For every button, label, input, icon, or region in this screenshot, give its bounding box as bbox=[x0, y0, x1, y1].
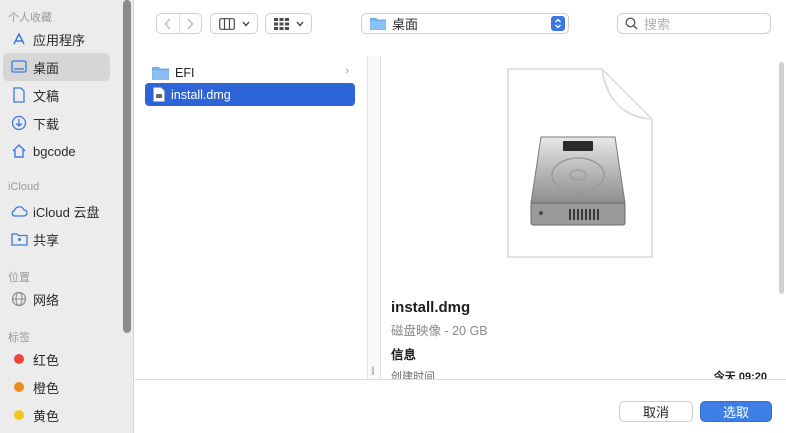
resize-grip-icon: || bbox=[371, 365, 375, 375]
icloud-icon bbox=[8, 200, 30, 222]
preview-scrollbar[interactable] bbox=[779, 62, 784, 294]
location-label: 桌面 bbox=[392, 17, 419, 32]
folder-icon bbox=[370, 18, 386, 30]
toolbar: 桌面 搜索 bbox=[135, 0, 786, 48]
documents-icon bbox=[8, 84, 30, 106]
sidebar-item-label: 网络 bbox=[33, 292, 60, 308]
location-popup[interactable]: 桌面 bbox=[361, 13, 569, 34]
column-resize-handle[interactable]: || bbox=[367, 56, 381, 379]
sidebar-item-label: 共享 bbox=[33, 232, 60, 248]
cancel-button[interactable]: 取消 bbox=[619, 401, 693, 422]
chevron-left-icon bbox=[164, 18, 171, 29]
sidebar-item-label: bgcode bbox=[33, 143, 76, 159]
sidebar-item-label: iCloud 云盘 bbox=[33, 204, 100, 220]
choose-button[interactable]: 选取 bbox=[700, 401, 772, 422]
up-down-arrows-icon bbox=[555, 18, 561, 29]
location-stepper[interactable] bbox=[551, 16, 565, 31]
dialog-footer: 取消 选取 bbox=[135, 379, 786, 433]
orange-tag-dot-icon bbox=[8, 376, 30, 398]
sidebar-item-label: 下载 bbox=[33, 116, 60, 132]
sidebar-item-label: 应用程序 bbox=[33, 32, 86, 48]
sidebar-scrollbar[interactable] bbox=[123, 0, 131, 333]
sidebar-tag-yellow[interactable]: 黄色 bbox=[3, 401, 110, 429]
sidebar-item-label: 黄色 bbox=[33, 408, 60, 424]
file-row-efi[interactable]: EFI › bbox=[145, 61, 355, 84]
sidebar-section-icloud: iCloud bbox=[8, 181, 40, 193]
file-name: install.dmg bbox=[171, 87, 231, 102]
preview-pane: install.dmg 磁盘映像 - 20 GB 信息 创建时间 今天 09:2… bbox=[382, 56, 786, 383]
sidebar-item-home[interactable]: bgcode bbox=[3, 137, 110, 165]
applications-icon bbox=[8, 28, 30, 50]
yellow-tag-dot-icon bbox=[8, 404, 30, 426]
disk-image-file-icon bbox=[153, 87, 165, 102]
file-name: EFI bbox=[175, 65, 195, 80]
folder-icon bbox=[152, 66, 169, 80]
chevron-down-icon bbox=[241, 21, 250, 27]
sidebar-item-desktop[interactable]: 桌面 bbox=[3, 53, 110, 81]
chevron-down-icon bbox=[295, 21, 304, 27]
search-field[interactable]: 搜索 bbox=[617, 13, 771, 34]
red-tag-dot-icon bbox=[8, 348, 30, 370]
sidebar-item-network[interactable]: 网络 bbox=[3, 285, 110, 313]
grid-group-icon bbox=[273, 17, 289, 30]
network-icon bbox=[8, 288, 30, 310]
nav-buttons bbox=[156, 13, 202, 34]
sidebar-item-applications[interactable]: 应用程序 bbox=[3, 25, 110, 53]
sidebar-section-locations: 位置 bbox=[8, 272, 30, 284]
view-mode-button[interactable] bbox=[210, 13, 258, 34]
forward-button[interactable] bbox=[178, 14, 202, 33]
sidebar-item-label: 红色 bbox=[33, 352, 60, 368]
home-icon bbox=[8, 140, 30, 162]
sidebar-section-tags: 标签 bbox=[8, 332, 30, 344]
chevron-right-icon: › bbox=[345, 65, 349, 77]
disk-image-preview-icon bbox=[507, 68, 653, 258]
shared-folder-icon bbox=[8, 228, 30, 250]
sidebar-item-label: 橙色 bbox=[33, 380, 60, 396]
downloads-icon bbox=[8, 112, 30, 134]
back-button[interactable] bbox=[157, 14, 179, 33]
desktop-icon bbox=[8, 56, 30, 78]
file-column: EFI › install.dmg bbox=[135, 56, 367, 379]
group-by-button[interactable] bbox=[265, 13, 312, 34]
sidebar-item-label: 文稿 bbox=[33, 88, 60, 104]
sidebar-item-downloads[interactable]: 下载 bbox=[3, 109, 110, 137]
search-icon bbox=[625, 17, 638, 30]
sidebar-item-label: 桌面 bbox=[33, 60, 60, 76]
search-placeholder: 搜索 bbox=[644, 17, 671, 32]
chevron-right-icon bbox=[187, 18, 194, 29]
sidebar-item-documents[interactable]: 文稿 bbox=[3, 81, 110, 109]
sidebar-item-icloud-drive[interactable]: iCloud 云盘 bbox=[3, 197, 110, 225]
sidebar: 个人收藏 应用程序 桌面 文稿 下载 bgcode iCloud iCloud … bbox=[0, 0, 134, 433]
columns-view-icon bbox=[218, 17, 235, 30]
preview-info-heading: 信息 bbox=[391, 348, 417, 362]
preview-file-name: install.dmg bbox=[391, 299, 471, 316]
sidebar-tag-orange[interactable]: 橙色 bbox=[3, 373, 110, 401]
sidebar-section-favorites: 个人收藏 bbox=[8, 12, 52, 24]
file-row-install-dmg[interactable]: install.dmg bbox=[145, 83, 355, 106]
preview-file-kind: 磁盘映像 - 20 GB bbox=[391, 324, 488, 338]
sidebar-item-shared[interactable]: 共享 bbox=[3, 225, 110, 253]
sidebar-tag-red[interactable]: 红色 bbox=[3, 345, 110, 373]
